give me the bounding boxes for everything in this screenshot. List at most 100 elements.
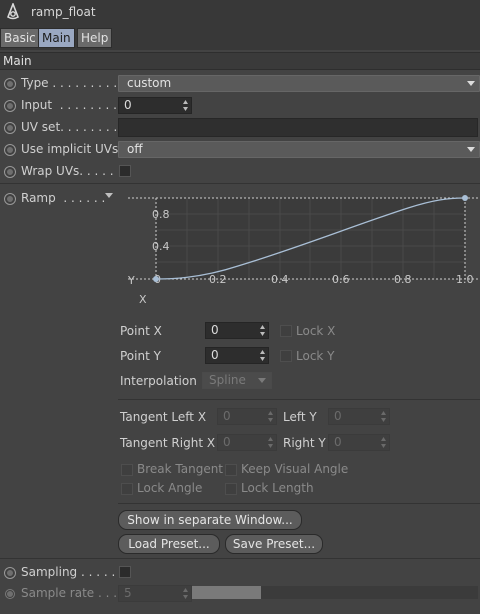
tangent-right-x-label: Tangent Right X [120, 436, 216, 450]
ramp-point[interactable] [153, 276, 159, 282]
type-value: custom [127, 76, 172, 90]
tab-help[interactable]: Help [77, 28, 113, 48]
sample-rate-slider-fill [192, 586, 261, 599]
spinner-icon[interactable] [268, 411, 273, 422]
spinner-icon[interactable] [381, 437, 386, 448]
tangent-left-x-value: 0 [223, 409, 231, 423]
spinner-icon[interactable] [260, 325, 265, 336]
ramp-menu-arrow-icon[interactable] [104, 192, 114, 200]
lock-x-checkbox[interactable] [280, 325, 292, 337]
input-field[interactable]: 0 [118, 97, 192, 114]
interpolation-value: Spline [209, 373, 246, 387]
wrap-uvs-label: Wrap UVs. . . . . [21, 164, 114, 178]
window-title: ramp_float [31, 5, 96, 19]
interpolation-dropdown[interactable]: Spline [202, 372, 272, 389]
x-tick-label: 0.4 [271, 273, 289, 286]
ramp-point[interactable] [462, 195, 468, 201]
keep-visual-angle-label: Keep Visual Angle [241, 462, 349, 476]
tab-basic[interactable]: Basic [0, 28, 40, 48]
keyframe-toggle-implicit-uvs[interactable] [4, 144, 16, 156]
x-axis-label: X [139, 293, 147, 306]
tangent-left-x-label: Tangent Left X [120, 410, 207, 424]
load-preset-button[interactable]: Load Preset... [118, 534, 220, 554]
point-x-label: Point X [120, 324, 162, 338]
keyframe-toggle-wrap-uvs[interactable] [4, 166, 16, 178]
keyframe-toggle-type[interactable] [4, 78, 16, 90]
tangent-left-y-field[interactable]: 0 [328, 408, 390, 425]
spinner-icon[interactable] [260, 350, 265, 361]
point-y-value: 0 [211, 348, 219, 362]
tab-bar: Basic Main Help [0, 26, 480, 50]
use-implicit-uvs-dropdown[interactable]: off [118, 141, 480, 158]
tangent-right-x-field[interactable]: 0 [217, 434, 277, 451]
chevron-down-icon [467, 147, 475, 152]
keyframe-toggle-sample-rate[interactable] [5, 589, 15, 599]
y-tick-label: 0.4 [152, 240, 170, 253]
divider [118, 399, 480, 400]
lock-length-checkbox[interactable] [225, 483, 237, 495]
tangent-right-y-label: Right Y [283, 436, 326, 450]
sample-rate-value: 5 [124, 586, 132, 600]
save-preset-button[interactable]: Save Preset... [225, 534, 323, 554]
spinner-icon[interactable] [183, 588, 188, 599]
ramp-label: Ramp . . . . . . [21, 191, 106, 205]
input-value: 0 [124, 98, 132, 112]
title-bar: ramp_float [0, 0, 480, 26]
lock-x-label: Lock X [296, 324, 336, 338]
x-tick-label: 1.0 [456, 273, 474, 286]
sample-rate-label: Sample rate . . . [21, 586, 118, 600]
lock-y-label: Lock Y [296, 349, 335, 363]
keyframe-toggle-sampling[interactable] [4, 567, 16, 579]
y-tick-label: 0.8 [152, 208, 170, 221]
keep-visual-angle-checkbox[interactable] [225, 464, 237, 476]
spinner-icon[interactable] [381, 411, 386, 422]
keyframe-toggle-ramp[interactable] [4, 193, 16, 205]
divider [118, 503, 480, 504]
keyframe-toggle-input[interactable] [4, 100, 16, 112]
sampling-label: Sampling . . . . . [21, 565, 116, 579]
y-axis-label: Y [127, 274, 135, 287]
tangent-left-y-label: Left Y [283, 410, 317, 424]
spinner-icon[interactable] [183, 100, 188, 111]
point-y-field[interactable]: 0 [205, 347, 269, 364]
section-title: Main [3, 54, 32, 68]
break-tangent-checkbox[interactable] [121, 464, 133, 476]
divider [0, 558, 480, 559]
type-dropdown[interactable]: custom [118, 75, 480, 92]
lock-angle-checkbox[interactable] [121, 483, 133, 495]
tab-main[interactable]: Main [38, 28, 75, 48]
tangent-right-y-field[interactable]: 0 [328, 434, 390, 451]
keyframe-toggle-uv-set[interactable] [4, 122, 16, 134]
uv-set-label: UV set. . . . . . . . [21, 120, 118, 134]
tangent-left-y-value: 0 [334, 409, 342, 423]
tangent-right-x-value: 0 [223, 435, 231, 449]
uv-set-input[interactable] [118, 118, 478, 137]
chevron-down-icon [467, 81, 475, 86]
x-tick-label: 0.6 [332, 273, 350, 286]
lock-length-label: Lock Length [241, 481, 314, 495]
point-y-label: Point Y [120, 349, 161, 363]
wrap-uvs-checkbox[interactable] [119, 165, 131, 177]
lock-y-checkbox[interactable] [280, 350, 292, 362]
section-header-main[interactable]: Main [0, 52, 480, 70]
point-x-value: 0 [211, 323, 219, 337]
point-x-field[interactable]: 0 [205, 322, 269, 339]
use-implicit-uvs-label: Use implicit UVs [21, 142, 119, 156]
chevron-down-icon [258, 378, 266, 383]
break-tangent-label: Break Tangent [137, 462, 224, 476]
lock-angle-label: Lock Angle [137, 481, 203, 495]
spinner-icon[interactable] [268, 437, 273, 448]
sampling-checkbox[interactable] [119, 566, 131, 578]
use-implicit-uvs-value: off [127, 142, 143, 156]
input-label: Input . . . . . . . . [21, 98, 117, 112]
show-in-separate-window-button[interactable]: Show in separate Window... [118, 510, 302, 530]
ramp-graph[interactable]: 0.8 0.4 0 0.2 0.4 0.6 0.8 1.0 Y X [118, 184, 480, 310]
sample-rate-field[interactable]: 5 [118, 585, 192, 602]
x-tick-label: 0.2 [209, 273, 227, 286]
interpolation-label: Interpolation [120, 374, 197, 388]
type-label: Type . . . . . . . . . [21, 76, 118, 90]
shader-node-icon [7, 3, 19, 20]
x-tick-label: 0.8 [394, 273, 412, 286]
tangent-right-y-value: 0 [334, 435, 342, 449]
tangent-left-x-field[interactable]: 0 [217, 408, 277, 425]
